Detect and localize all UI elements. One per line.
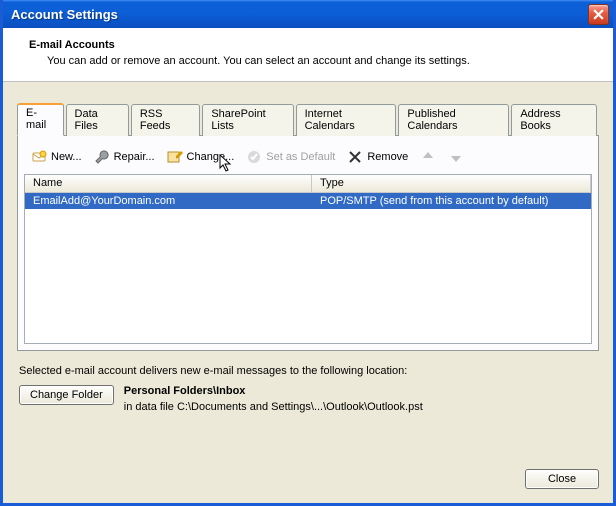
header-subtitle: You can add or remove an account. You ca… xyxy=(47,55,593,67)
new-button[interactable]: New... xyxy=(26,146,87,168)
tab-label: E-mail xyxy=(26,107,46,131)
set-default-button[interactable]: Set as Default xyxy=(241,146,340,168)
toolbar-label: Remove xyxy=(367,151,408,163)
delivery-section: Selected e-mail account delivers new e-m… xyxy=(17,365,599,413)
list-row[interactable]: EmailAdd@YourDomain.com POP/SMTP (send f… xyxy=(25,193,591,209)
repair-icon xyxy=(94,149,110,165)
tab-data-files[interactable]: Data Files xyxy=(66,104,129,136)
column-header-name[interactable]: Name xyxy=(25,175,312,192)
tab-internet-calendars[interactable]: Internet Calendars xyxy=(296,104,397,136)
tab-label: Address Books xyxy=(520,108,560,132)
change-folder-button[interactable]: Change Folder xyxy=(19,385,114,405)
body: E-mail Data Files RSS Feeds SharePoint L… xyxy=(3,82,613,459)
toolbar: New... Repair... Change... xyxy=(24,146,592,174)
tab-published-calendars[interactable]: Published Calendars xyxy=(398,104,509,136)
tab-label: Published Calendars xyxy=(407,108,457,132)
move-down-button[interactable] xyxy=(443,146,469,168)
tab-email[interactable]: E-mail xyxy=(17,103,64,136)
header: E-mail Accounts You can add or remove an… xyxy=(3,28,613,82)
toolbar-label: Set as Default xyxy=(266,151,335,163)
cell-type: POP/SMTP (send from this account by defa… xyxy=(312,195,591,207)
delivery-datafile: in data file C:\Documents and Settings\.… xyxy=(124,401,423,413)
window-title: Account Settings xyxy=(11,7,588,22)
toolbar-label: New... xyxy=(51,151,82,163)
toolbar-label: Repair... xyxy=(114,151,155,163)
change-button[interactable]: Change... xyxy=(162,146,240,168)
footer: Close xyxy=(3,459,613,503)
tab-sharepoint-lists[interactable]: SharePoint Lists xyxy=(202,104,293,136)
change-icon xyxy=(167,149,183,165)
tab-label: Internet Calendars xyxy=(305,108,355,132)
remove-icon xyxy=(347,149,363,165)
arrow-down-icon xyxy=(448,149,464,165)
repair-button[interactable]: Repair... xyxy=(89,146,160,168)
delivery-intro: Selected e-mail account delivers new e-m… xyxy=(19,365,597,377)
titlebar[interactable]: Account Settings xyxy=(3,0,613,28)
tabs: E-mail Data Files RSS Feeds SharePoint L… xyxy=(17,102,599,136)
header-title: E-mail Accounts xyxy=(29,39,593,51)
list-header: Name Type xyxy=(25,175,591,193)
delivery-folder: Personal Folders\Inbox xyxy=(124,385,423,397)
move-up-button[interactable] xyxy=(415,146,441,168)
check-icon xyxy=(246,149,262,165)
remove-button[interactable]: Remove xyxy=(342,146,413,168)
tab-address-books[interactable]: Address Books xyxy=(511,104,597,136)
tab-rss-feeds[interactable]: RSS Feeds xyxy=(131,104,200,136)
account-settings-window: Account Settings E-mail Accounts You can… xyxy=(0,0,616,506)
content-area: E-mail Accounts You can add or remove an… xyxy=(3,28,613,503)
account-list[interactable]: Name Type EmailAdd@YourDomain.com POP/SM… xyxy=(24,174,592,344)
close-dialog-button[interactable]: Close xyxy=(525,469,599,489)
new-icon xyxy=(31,149,47,165)
tab-panel: New... Repair... Change... xyxy=(17,135,599,351)
toolbar-label: Change... xyxy=(187,151,235,163)
tab-label: Data Files xyxy=(75,108,98,132)
cell-name: EmailAdd@YourDomain.com xyxy=(25,195,312,207)
close-button[interactable] xyxy=(588,4,609,25)
column-header-type[interactable]: Type xyxy=(312,175,591,192)
tab-label: SharePoint Lists xyxy=(211,108,265,132)
delivery-info: Personal Folders\Inbox in data file C:\D… xyxy=(124,385,423,413)
arrow-up-icon xyxy=(420,149,436,165)
close-icon xyxy=(593,9,604,20)
tab-label: RSS Feeds xyxy=(140,108,171,132)
